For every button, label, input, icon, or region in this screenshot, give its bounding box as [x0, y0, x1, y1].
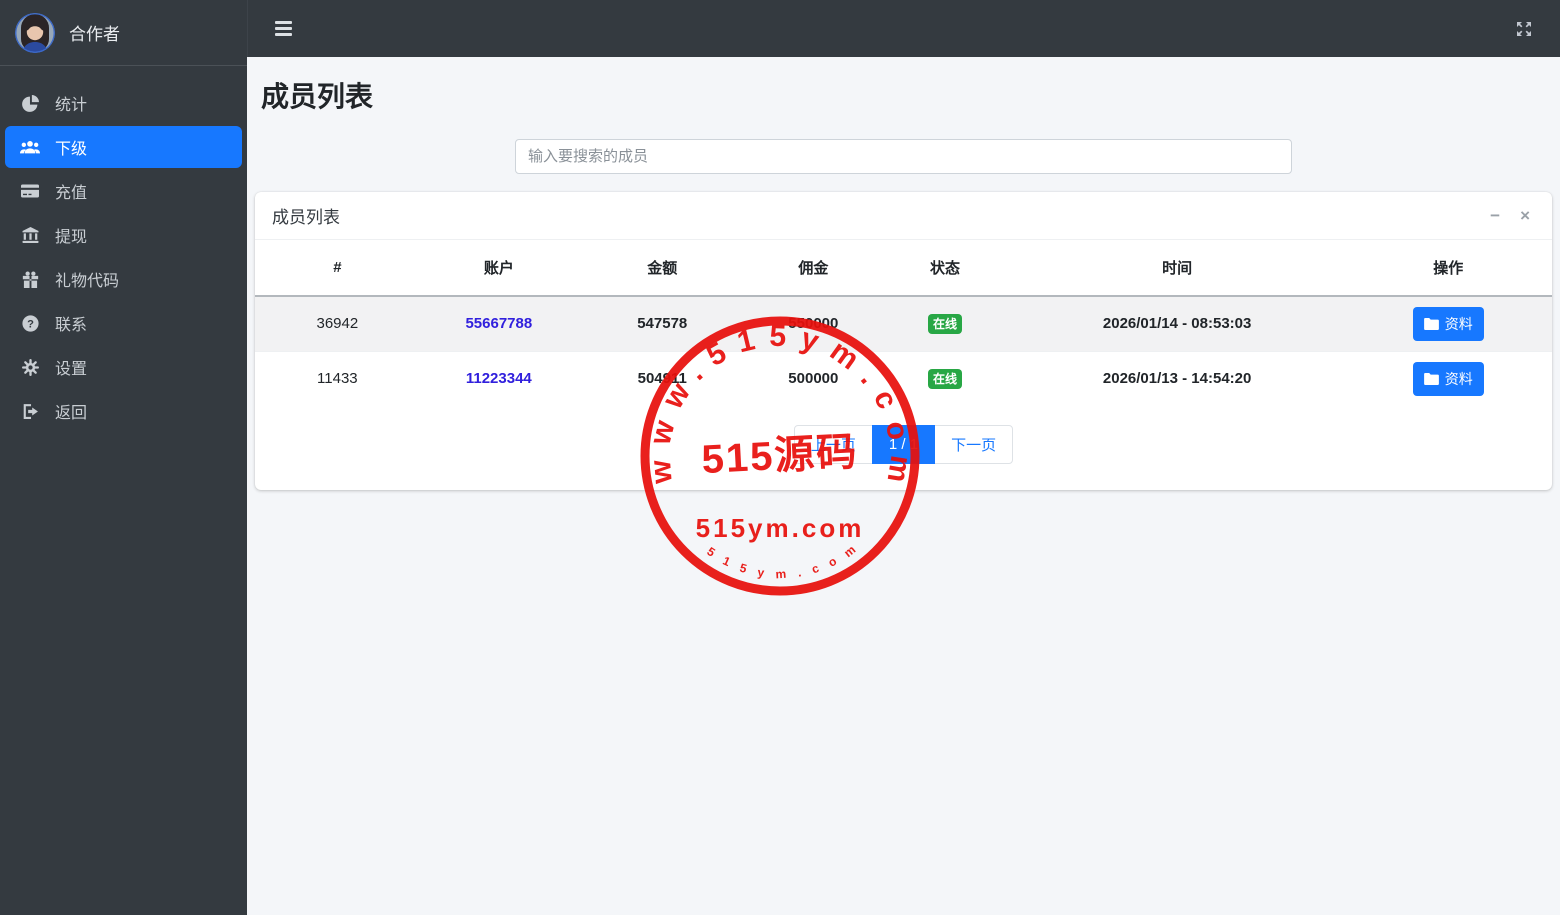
table-row: 36942 55667788 547578 550000 在线 2026/01/… — [255, 296, 1552, 351]
user-name: 合作者 — [69, 25, 120, 44]
column-header: 时间 — [1009, 240, 1345, 297]
pagination: 上一页 1 / 1 下一页 — [255, 406, 1552, 490]
sidebar: 合作者 统计 下级 充值 提现 礼物代码 ? 联系 设置 返回 — [0, 0, 247, 915]
profile-button[interactable]: 资料 — [1412, 361, 1484, 396]
account-cell: 11223344 — [420, 351, 578, 406]
content: 成员列表 成员列表 − × — [247, 57, 1560, 915]
main-area: 成员列表 成员列表 − × — [247, 0, 1560, 915]
account-link[interactable]: 11223344 — [466, 370, 532, 387]
column-header: 状态 — [880, 240, 1010, 297]
table-header-row: # 账户 金额 佣金 状态 时间 操作 — [255, 240, 1552, 297]
members-table: # 账户 金额 佣金 状态 时间 操作 36942 55667788 547578 5500… — [255, 240, 1552, 406]
users-icon — [20, 140, 40, 155]
card-header: 成员列表 − × — [255, 192, 1552, 240]
card-tools: − × — [1485, 204, 1535, 227]
menu-toggle-button[interactable] — [272, 16, 295, 41]
sidebar-item-credit-card[interactable]: 充值 — [5, 170, 242, 212]
user-avatar — [15, 12, 55, 53]
action-cell: 资料 — [1344, 296, 1552, 351]
sidebar-item-gift[interactable]: 礼物代码 — [5, 258, 242, 300]
gear-icon — [20, 358, 40, 376]
member-list-card: 成员列表 − × # 账户 金额 佣金 状态 时间 操作 36942 55667… — [255, 192, 1552, 490]
close-icon[interactable]: × — [1515, 204, 1535, 227]
svg-text:?: ? — [27, 318, 34, 330]
status-cell: 在线 — [880, 351, 1010, 406]
sidebar-item-sign-out[interactable]: 返回 — [5, 390, 242, 432]
sidebar-nav: 统计 下级 充值 提现 礼物代码 ? 联系 设置 返回 — [0, 66, 247, 448]
sidebar-item-chart-pie[interactable]: 统计 — [5, 82, 242, 124]
member-id-cell: 36942 — [316, 315, 359, 333]
column-header: 金额 — [577, 240, 747, 297]
pagination-next-button[interactable]: 下一页 — [934, 425, 1014, 464]
table-body: 36942 55667788 547578 550000 在线 2026/01/… — [255, 296, 1552, 406]
question-circle-icon: ? — [20, 314, 40, 332]
folder-icon — [1423, 372, 1439, 385]
folder-icon — [1423, 317, 1439, 330]
commission-cell: 550000 — [788, 315, 839, 333]
account-link[interactable]: 55667788 — [465, 315, 532, 332]
sidebar-item-gear[interactable]: 设置 — [5, 346, 242, 388]
time-cell: 2026/01/13 - 14:54:20 — [1102, 370, 1252, 388]
column-header: 佣金 — [746, 240, 881, 297]
chart-pie-icon — [20, 94, 40, 112]
column-header: 账户 — [419, 240, 578, 297]
commission-cell: 500000 — [788, 370, 839, 388]
status-badge: 在线 — [927, 368, 962, 389]
sidebar-item-users[interactable]: 下级 — [5, 126, 242, 168]
sidebar-item-bank[interactable]: 提现 — [5, 214, 242, 256]
gift-icon — [20, 271, 40, 288]
page-title: 成员列表 — [261, 81, 374, 112]
card-title: 成员列表 — [272, 208, 340, 227]
pagination-current-button[interactable]: 1 / 1 — [871, 425, 936, 464]
amount-cell: 504911 — [637, 370, 687, 388]
bank-icon — [20, 226, 40, 244]
time-cell: 2026/01/14 - 08:53:03 — [1102, 315, 1252, 333]
sidebar-user-panel[interactable]: 合作者 — [0, 0, 247, 66]
credit-card-icon — [20, 184, 40, 198]
column-header: # — [255, 240, 420, 297]
table-row: 11433 11223344 504911 500000 在线 2026/01/… — [255, 351, 1552, 406]
search-input[interactable] — [515, 139, 1292, 174]
action-cell: 资料 — [1344, 351, 1552, 406]
fullscreen-icon[interactable] — [1512, 17, 1536, 41]
sidebar-item-question-circle[interactable]: ? 联系 — [5, 302, 242, 344]
top-navbar — [247, 0, 1560, 57]
app: 合作者 统计 下级 充值 提现 礼物代码 ? 联系 设置 返回 成员列表 输入要… — [0, 0, 1560, 915]
column-header: 操作 — [1344, 240, 1552, 297]
member-id-cell: 11433 — [317, 370, 358, 388]
sign-out-icon — [20, 403, 40, 420]
pagination-prev-button[interactable]: 上一页 — [793, 425, 873, 464]
status-badge: 在线 — [927, 313, 962, 334]
profile-button[interactable]: 资料 — [1412, 306, 1484, 341]
collapse-icon[interactable]: − — [1485, 204, 1505, 227]
search-row — [255, 139, 1552, 174]
status-cell: 在线 — [880, 296, 1010, 351]
account-cell: 55667788 — [420, 296, 578, 351]
amount-cell: 547578 — [637, 315, 688, 333]
